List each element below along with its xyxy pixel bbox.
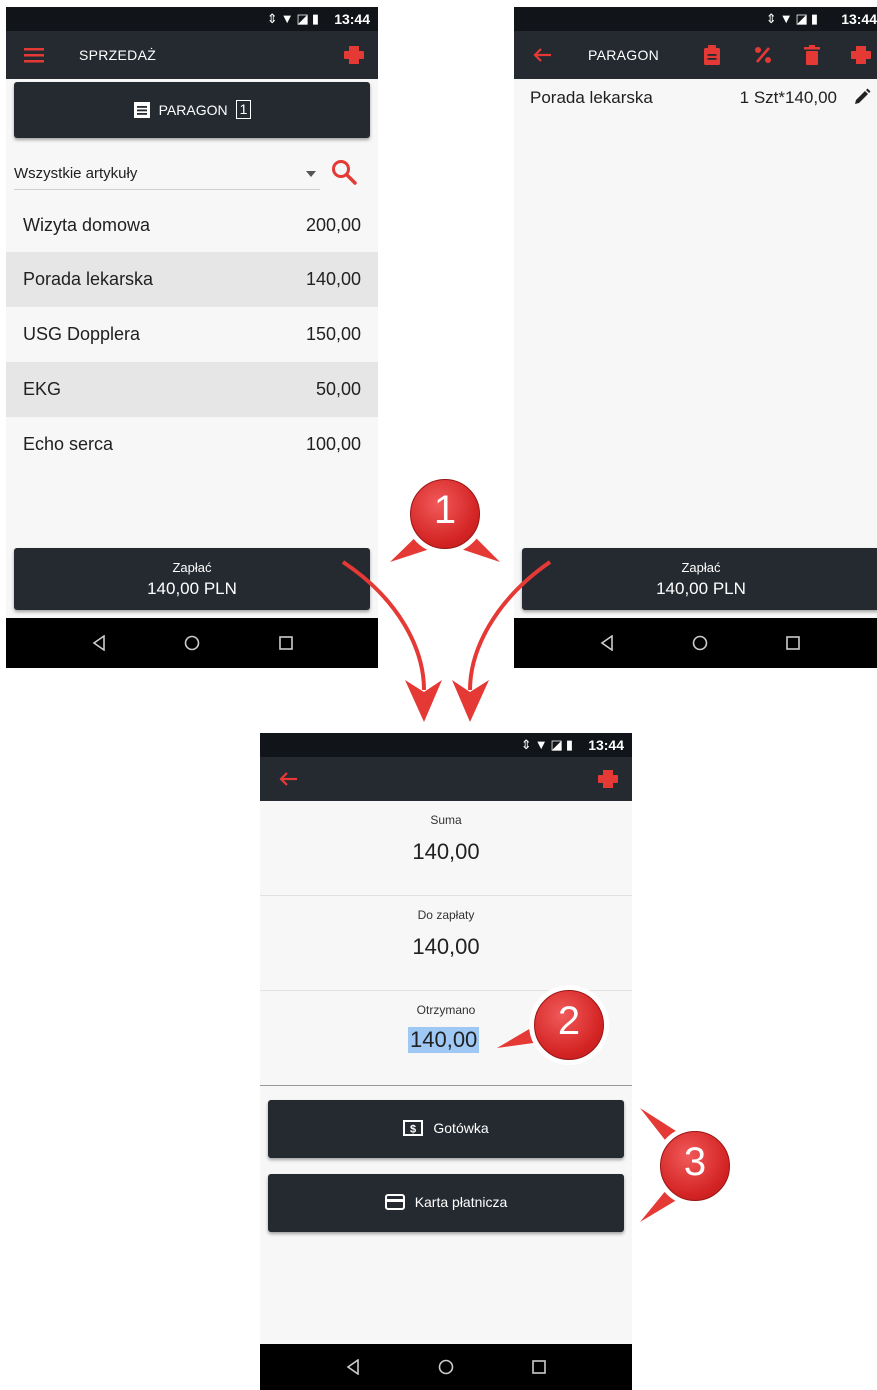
- line-item-name: Porada lekarska: [530, 88, 653, 107]
- list-item[interactable]: EKG 50,00: [6, 362, 378, 417]
- status-icons: ⇕▼◪▮: [520, 737, 576, 752]
- sum-value: 140,00: [412, 839, 480, 864]
- printer-icon[interactable]: [594, 765, 622, 793]
- nav-bar: [6, 618, 378, 668]
- back-arrow-icon[interactable]: [274, 765, 302, 793]
- list-item[interactable]: Porada lekarska 140,00: [6, 252, 378, 307]
- status-bar: ⇕▼◪▮ 13:44: [260, 733, 632, 757]
- delete-icon[interactable]: [798, 41, 826, 69]
- toolbar: [260, 757, 632, 801]
- item-price: 140,00: [305, 269, 361, 289]
- cash-button[interactable]: $ Gotówka: [268, 1100, 624, 1158]
- status-icons: ⇕▼◪▮: [765, 11, 821, 26]
- pay-button-amount: 140,00 PLN: [147, 579, 237, 598]
- step-number: 1: [433, 488, 457, 532]
- flow-arrow-head: [452, 680, 489, 722]
- page-title: SPRZEDAŻ: [79, 47, 157, 63]
- receipt-icon: [133, 101, 150, 118]
- receipt-button-label: PARAGON: [158, 101, 228, 118]
- to-pay-section: Do zapłaty 140,00: [260, 896, 632, 991]
- step-number: 2: [557, 999, 581, 1043]
- item-price: 50,00: [315, 379, 361, 399]
- list-item[interactable]: Echo serca 100,00: [6, 417, 378, 472]
- screen-receipt: ⇕▼◪▮ 13:44 PARAGON Porada lekarska 1 Szt…: [514, 7, 877, 668]
- cash-button-label: Gotówka: [433, 1120, 489, 1136]
- pay-button[interactable]: Zapłać 140,00 PLN: [522, 548, 877, 610]
- status-time: 13:44: [588, 737, 624, 753]
- discount-icon[interactable]: [749, 41, 777, 69]
- category-filter-value: Wszystkie artykuły: [14, 165, 138, 182]
- toolbar: SPRZEDAŻ: [6, 31, 378, 79]
- edit-pencil-icon[interactable]: [853, 88, 871, 106]
- svg-text:$: $: [410, 1124, 416, 1136]
- search-icon[interactable]: [331, 159, 357, 185]
- item-name: Wizyta domowa: [23, 215, 151, 235]
- status-time: 13:44: [334, 11, 370, 27]
- back-nav-icon[interactable]: [92, 635, 106, 651]
- home-nav-icon[interactable]: [184, 635, 200, 651]
- item-price: 100,00: [305, 434, 361, 454]
- dropdown-arrow-icon: [306, 171, 316, 177]
- list-item[interactable]: Wizyta domowa 200,00: [6, 198, 378, 253]
- credit-card-icon: [384, 1194, 405, 1210]
- home-nav-icon[interactable]: [438, 1359, 454, 1375]
- receipt-count-badge: 1: [235, 100, 252, 119]
- step-number: 3: [683, 1140, 707, 1184]
- printer-icon[interactable]: [847, 41, 875, 69]
- sum-section: Suma 140,00: [260, 801, 632, 896]
- status-icons: ⇕▼◪▮: [266, 11, 322, 26]
- item-name: Echo serca: [23, 434, 114, 454]
- nav-bar: [260, 1344, 632, 1390]
- received-input[interactable]: 140,00: [408, 1027, 480, 1053]
- to-pay-value: 140,00: [412, 934, 480, 959]
- toolbar: PARAGON: [514, 31, 877, 79]
- recents-nav-icon[interactable]: [279, 636, 293, 650]
- item-name: EKG: [23, 379, 62, 399]
- line-item-qty-price: 1 Szt*140,00: [739, 88, 837, 107]
- back-nav-icon[interactable]: [600, 635, 614, 651]
- pay-button[interactable]: Zapłać 140,00 PLN: [14, 548, 370, 610]
- back-nav-icon[interactable]: [346, 1359, 360, 1375]
- card-button-label: Karta płatnicza: [414, 1194, 508, 1210]
- recents-nav-icon[interactable]: [532, 1360, 546, 1374]
- receipt-button[interactable]: PARAGON 1: [14, 82, 370, 138]
- screen-sales: ⇕▼◪▮ 13:44 SPRZEDAŻ PARAGON 1 Wszystkie …: [6, 7, 378, 668]
- status-bar: ⇕▼◪▮ 13:44: [514, 7, 877, 31]
- status-bar: ⇕▼◪▮ 13:44: [6, 7, 378, 31]
- nav-bar: [514, 618, 877, 668]
- step-badge: 3: [655, 1126, 735, 1206]
- menu-icon[interactable]: [20, 41, 48, 69]
- step-badge: 1: [405, 474, 485, 554]
- home-nav-icon[interactable]: [692, 635, 708, 651]
- list-item[interactable]: USG Dopplera 150,00: [6, 307, 378, 362]
- receipt-line-item[interactable]: Porada lekarska 1 Szt*140,00: [514, 86, 877, 112]
- item-price: 150,00: [305, 324, 361, 344]
- flow-arrow-head: [405, 680, 442, 722]
- printer-icon[interactable]: [340, 41, 368, 69]
- pay-button-amount: 140,00 PLN: [656, 579, 746, 598]
- card-button[interactable]: Karta płatnicza: [268, 1174, 624, 1232]
- back-arrow-icon[interactable]: [528, 41, 556, 69]
- to-pay-label: Do zapłaty: [417, 908, 475, 922]
- status-time: 13:44: [841, 11, 877, 27]
- cash-icon: $: [403, 1120, 424, 1136]
- recents-nav-icon[interactable]: [786, 636, 800, 650]
- item-name: USG Dopplera: [23, 324, 141, 344]
- pay-button-label: Zapłać: [681, 560, 721, 575]
- page-title: PARAGON: [588, 47, 660, 63]
- category-filter[interactable]: Wszystkie artykuły: [14, 159, 320, 190]
- clipboard-icon[interactable]: [698, 41, 726, 69]
- item-name: Porada lekarska: [23, 269, 154, 289]
- step-badge: 2: [529, 985, 609, 1065]
- sum-label: Suma: [430, 813, 462, 827]
- item-price: 200,00: [305, 215, 361, 235]
- pay-button-label: Zapłać: [172, 560, 212, 575]
